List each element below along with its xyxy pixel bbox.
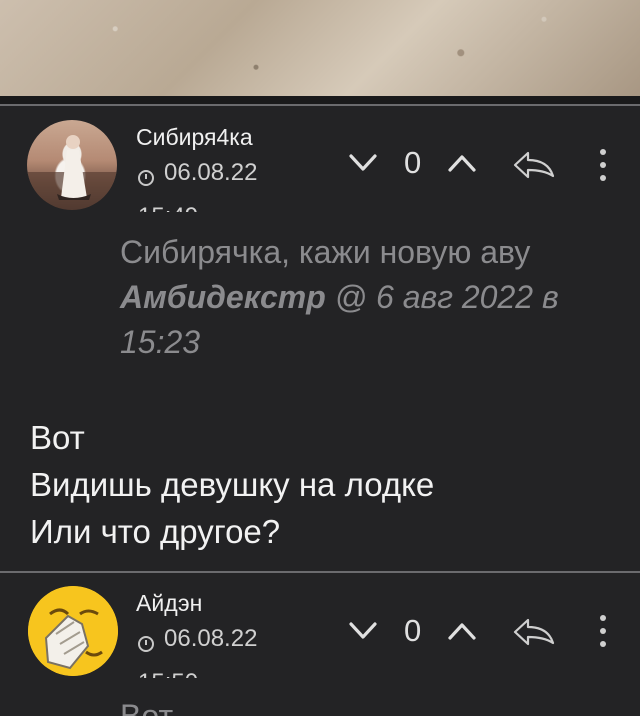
post-author-name[interactable]: Сибиря4ка (136, 124, 253, 151)
photo-bottom-edge (0, 96, 640, 104)
message-line: Вот (30, 419, 85, 456)
post-date: 06.08.22 (138, 624, 257, 654)
vote-count: 0 (404, 145, 422, 180)
post-date: 06.08.22 (138, 158, 257, 188)
vote-count: 0 (404, 613, 422, 648)
quote-meta-separator: @ (325, 279, 376, 315)
quote-date: 6 авг 2022 в (376, 279, 559, 315)
avatar-image (27, 135, 117, 210)
message-line: Видишь девушку на лодке (30, 466, 435, 503)
more-vertical-icon[interactable] (598, 614, 608, 648)
chevron-up-icon[interactable] (447, 153, 477, 173)
message-line: Или что другое? (30, 513, 281, 550)
chevron-up-icon[interactable] (447, 621, 477, 641)
post-time: 15:49 (138, 202, 198, 212)
post-time-text: 15:49 (138, 203, 198, 212)
clock-icon (138, 170, 154, 186)
reply-arrow-icon[interactable] (512, 150, 556, 180)
post-date-text: 06.08.22 (164, 159, 258, 186)
post-time-text: 15:50 (138, 669, 198, 678)
attached-photo[interactable] (0, 0, 640, 96)
vote-controls: 0 (348, 145, 477, 181)
quote-text: Сибирячка, кажи новую аву (120, 234, 531, 270)
quote-text-preview: Вот (120, 700, 173, 716)
post-date-text: 06.08.22 (164, 625, 258, 652)
quote-time: 15:23 (120, 324, 201, 360)
quote-meta: Амбидекстр @ 6 авг 2022 в (120, 275, 600, 319)
quote-text: Вот (120, 700, 173, 716)
chevron-down-icon[interactable] (348, 153, 378, 173)
post-divider (0, 571, 640, 573)
avatar[interactable] (28, 586, 118, 676)
more-vertical-icon[interactable] (598, 148, 608, 182)
post-time: 15:50 (138, 668, 198, 678)
reply-arrow-icon[interactable] (512, 617, 556, 647)
avatar[interactable] (27, 120, 117, 210)
post-divider (0, 104, 640, 106)
quote-author[interactable]: Амбидекстр (120, 279, 326, 315)
vote-controls: 0 (348, 613, 477, 649)
facepalm-emoji-icon (28, 586, 118, 676)
clock-icon (138, 636, 154, 652)
chevron-down-icon[interactable] (348, 621, 378, 641)
post-author-name[interactable]: Айдэн (136, 590, 202, 617)
